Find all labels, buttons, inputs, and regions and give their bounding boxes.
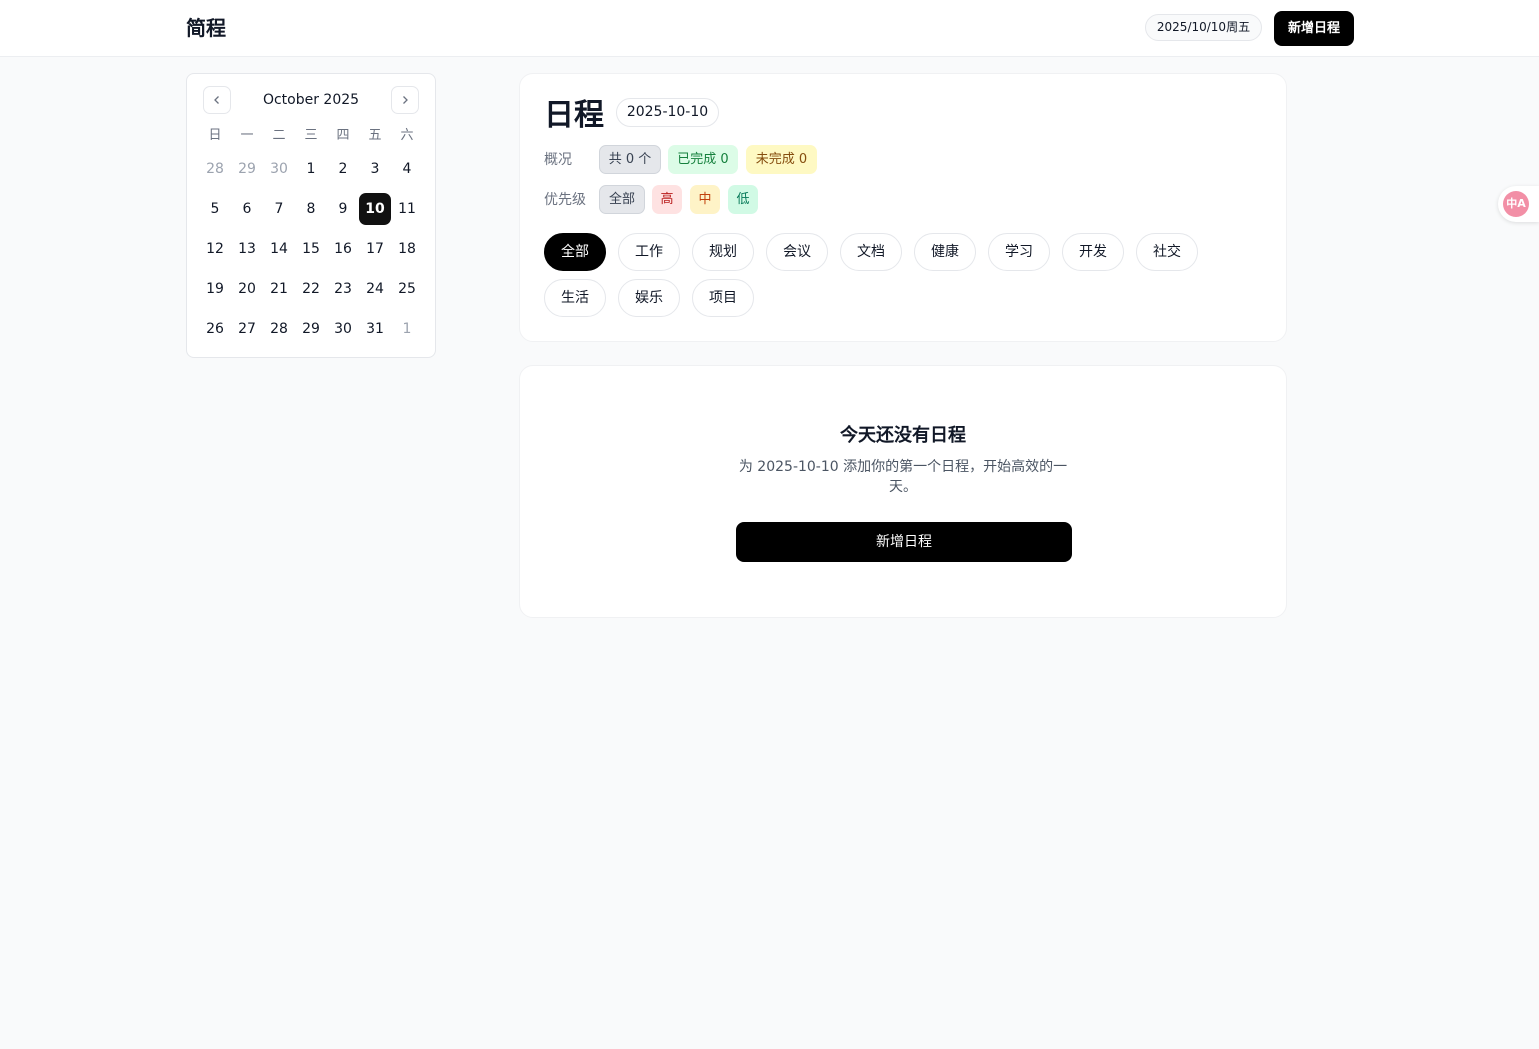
calendar-month-title: October 2025 [262,92,360,108]
weekday-label: 六 [400,128,414,143]
calendar-day[interactable]: 27 [231,313,263,345]
category-chip[interactable]: 工作 [618,233,680,271]
calendar-day[interactable]: 3 [359,153,391,185]
category-chip[interactable]: 娱乐 [618,279,680,317]
calendar-day[interactable]: 21 [263,273,295,305]
calendar-day[interactable]: 25 [391,273,423,305]
calendar-day[interactable]: 5 [199,193,231,225]
calendar-day[interactable]: 2 [327,153,359,185]
priority-mid-filter[interactable]: 中 [690,185,720,214]
top-bar: 简程 2025/10/10周五 新增日程 [0,0,1539,57]
weekday-label: 一 [240,128,254,143]
done-count-badge: 已完成 0 [668,145,738,174]
category-chip[interactable]: 生活 [544,279,606,317]
chevron-right-icon [403,96,408,104]
category-chip[interactable]: 规划 [692,233,754,271]
selected-date-pill: 2025-10-10 [616,98,719,127]
calendar-day[interactable]: 15 [295,233,327,265]
category-chip[interactable]: 项目 [692,279,754,317]
weekday-label: 二 [272,128,286,143]
empty-add-schedule-button[interactable]: 新增日程 [736,522,1072,562]
current-date-pill: 2025/10/10周五 [1145,14,1262,41]
empty-state-description: 为 2025-10-10 添加你的第一个日程，开始高效的一天。 [738,459,1068,495]
calendar-day[interactable]: 28 [263,313,295,345]
calendar-day[interactable]: 17 [359,233,391,265]
calendar-day[interactable]: 23 [327,273,359,305]
weekday-label: 五 [368,128,382,143]
chevron-left-icon [214,96,219,104]
calendar-day[interactable]: 29 [231,153,263,185]
todo-count-badge: 未完成 0 [746,145,817,174]
calendar-day[interactable]: 11 [391,193,423,225]
calendar-day[interactable]: 12 [199,233,231,265]
calendar-day[interactable]: 29 [295,313,327,345]
calendar-day[interactable]: 26 [199,313,231,345]
add-schedule-button[interactable]: 新增日程 [1274,11,1354,46]
calendar-day[interactable]: 20 [231,273,263,305]
category-chip[interactable]: 社交 [1136,233,1198,271]
calendar-day[interactable]: 4 [391,153,423,185]
empty-state-card: 今天还没有日程 为 2025-10-10 添加你的第一个日程，开始高效的一天。 … [519,365,1287,618]
calendar-day[interactable]: 6 [231,193,263,225]
weekday-label: 日 [208,128,222,143]
translate-icon: 中A [1503,191,1529,217]
priority-all-filter[interactable]: 全部 [599,185,645,214]
category-chip[interactable]: 开发 [1062,233,1124,271]
calendar-day[interactable]: 14 [263,233,295,265]
calendar-day[interactable]: 19 [199,273,231,305]
overview-label: 概况 [544,152,572,168]
category-chip[interactable]: 文档 [840,233,902,271]
category-chip[interactable]: 全部 [544,233,606,271]
calendar-day[interactable]: 30 [263,153,295,185]
calendar-day[interactable]: 1 [295,153,327,185]
calendar-day[interactable]: 7 [263,193,295,225]
calendar-day[interactable]: 1 [391,313,423,345]
priority-label: 优先级 [544,192,586,208]
empty-state-title: 今天还没有日程 [840,425,966,446]
weekday-label: 四 [336,128,350,143]
calendar-weekday-row: 日一二三四五六 [199,124,423,148]
calendar-day[interactable]: 13 [231,233,263,265]
priority-low-filter[interactable]: 低 [728,185,758,214]
mini-calendar: October 2025 日一二三四五六 28 29 30 1 2 3 4 5 6 7 8 9 10 11… [186,73,436,358]
calendar-day[interactable]: 31 [359,313,391,345]
schedule-header-card: 日程 2025-10-10 概况 共 0 个 已完成 0 未完成 0 优先级 全… [519,73,1287,342]
category-chip[interactable]: 学习 [988,233,1050,271]
category-chip[interactable]: 健康 [914,233,976,271]
weekday-label: 三 [304,128,318,143]
category-chip[interactable]: 会议 [766,233,828,271]
calendar-day[interactable]: 9 [327,193,359,225]
calendar-day[interactable]: 30 [327,313,359,345]
app-brand: 简程 [186,16,226,40]
calendar-day[interactable]: 18 [391,233,423,265]
calendar-day[interactable]: 22 [295,273,327,305]
total-count-badge: 共 0 个 [599,145,661,174]
next-month-button[interactable] [391,86,419,114]
calendar-day[interactable]: 16 [327,233,359,265]
calendar-day[interactable]: 28 [199,153,231,185]
calendar-day[interactable]: 8 [295,193,327,225]
calendar-day[interactable]: 24 [359,273,391,305]
prev-month-button[interactable] [203,86,231,114]
priority-high-filter[interactable]: 高 [652,185,682,214]
page-title: 日程 [544,98,604,133]
translate-widget[interactable]: 中A [1498,186,1539,222]
calendar-day-selected[interactable]: 10 [359,193,391,225]
calendar-days-grid: 28 29 30 1 2 3 4 5 6 7 8 9 10 11 12 13 14 15 16 17 18 19 20 21 2… [199,149,423,349]
